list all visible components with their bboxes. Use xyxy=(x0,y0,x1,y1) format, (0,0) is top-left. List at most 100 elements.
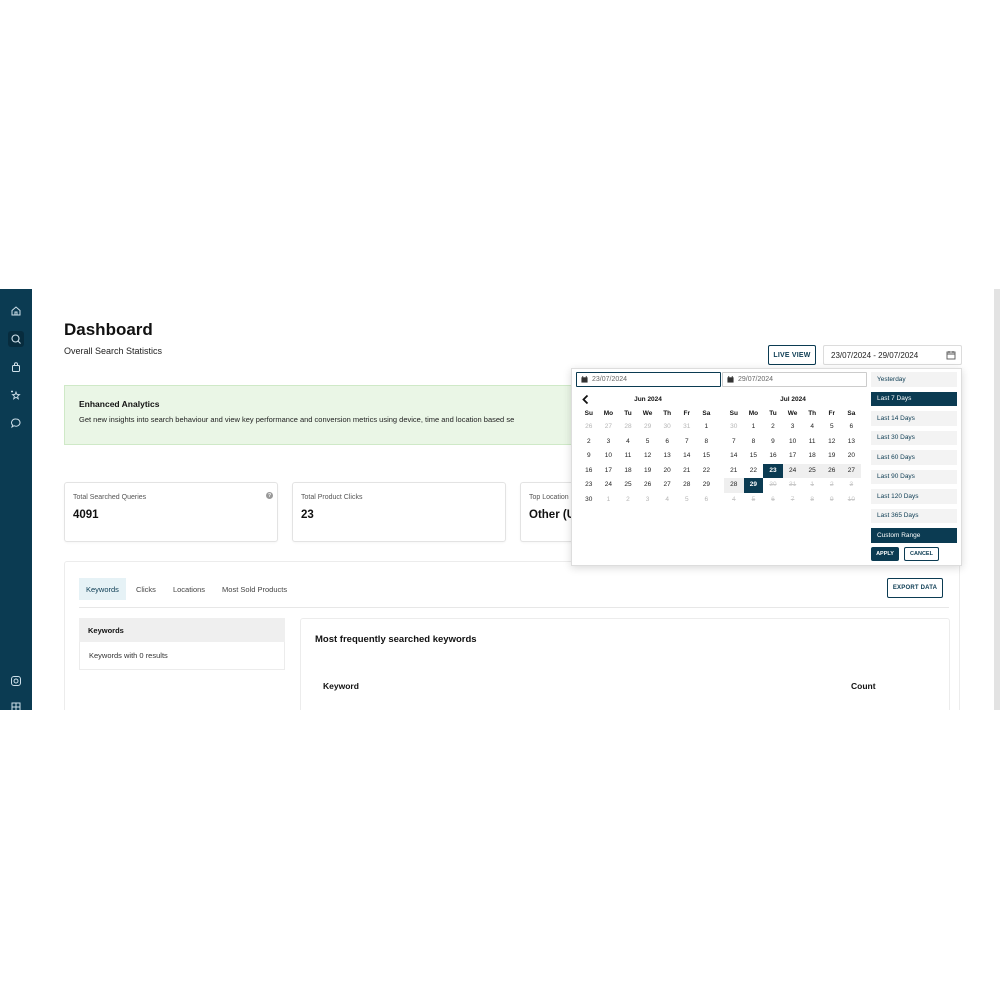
preset-range-item[interactable]: Last 365 Days xyxy=(871,508,957,523)
tab-locations[interactable]: Locations xyxy=(166,578,212,600)
calendar-day[interactable]: 24 xyxy=(599,478,619,493)
calendar-day[interactable]: 6 xyxy=(657,435,677,450)
calendar-day[interactable]: 26 xyxy=(638,478,658,493)
calendar-day[interactable]: 3 xyxy=(783,420,803,435)
calendar-day[interactable]: 17 xyxy=(599,464,619,479)
calendar-day[interactable]: 11 xyxy=(802,435,822,450)
calendar-day[interactable]: 26 xyxy=(579,420,599,435)
calendar-day[interactable]: 31 xyxy=(677,420,697,435)
preset-range-item[interactable]: Last 14 Days xyxy=(871,411,957,426)
calendar-day[interactable]: 3 xyxy=(599,435,619,450)
calendar-day[interactable]: 16 xyxy=(763,449,783,464)
calendar-day[interactable]: 11 xyxy=(618,449,638,464)
calendar-day[interactable]: 9 xyxy=(763,435,783,450)
calendar-day[interactable]: 5 xyxy=(822,420,842,435)
calendar-day[interactable]: 23 xyxy=(579,478,599,493)
calendar-day[interactable]: 18 xyxy=(618,464,638,479)
calendar-day[interactable]: 15 xyxy=(744,449,764,464)
calendar-day[interactable]: 27 xyxy=(599,420,619,435)
preset-range-item[interactable]: Yesterday xyxy=(871,372,957,387)
preset-range-item[interactable]: Last 90 Days xyxy=(871,469,957,484)
calendar-day[interactable]: 10 xyxy=(599,449,619,464)
preset-range-item[interactable]: Last 120 Days xyxy=(871,489,957,504)
calendar-day[interactable]: 25 xyxy=(802,463,822,478)
calendar-day[interactable]: 20 xyxy=(842,449,862,464)
tab-keywords[interactable]: Keywords xyxy=(79,578,126,600)
calendar-day[interactable]: 23 xyxy=(763,463,783,478)
calendar-day[interactable]: 22 xyxy=(744,464,764,479)
calendar-day[interactable]: 10 xyxy=(783,435,803,450)
calendar-day[interactable]: 9 xyxy=(579,449,599,464)
calendar-day[interactable]: 8 xyxy=(744,435,764,450)
grid-icon[interactable] xyxy=(8,699,24,710)
calendar-day[interactable]: 6 xyxy=(697,493,717,508)
calendar-day[interactable]: 30 xyxy=(724,420,744,435)
preset-range-item[interactable]: Custom Range xyxy=(871,528,957,543)
list-item-keywords[interactable]: Keywords xyxy=(79,618,285,642)
calendar-day[interactable]: 2 xyxy=(618,493,638,508)
bag-icon[interactable] xyxy=(8,359,24,375)
calendar-day[interactable]: 20 xyxy=(657,464,677,479)
live-view-button[interactable]: LIVE VIEW xyxy=(768,345,816,365)
calendar-day[interactable]: 18 xyxy=(802,449,822,464)
home-icon[interactable] xyxy=(8,303,24,319)
date-range-input[interactable]: 23/07/2024 - 29/07/2024 xyxy=(823,345,962,365)
calendar-day[interactable]: 12 xyxy=(822,435,842,450)
calendar-day[interactable]: 1 xyxy=(697,420,717,435)
calendar-day[interactable]: 17 xyxy=(783,449,803,464)
list-item-zero-results[interactable]: Keywords with 0 results xyxy=(79,642,285,670)
calendar-day[interactable]: 29 xyxy=(743,478,764,493)
end-date-input[interactable]: 29/07/2024 xyxy=(722,372,867,387)
calendar-day[interactable]: 5 xyxy=(677,493,697,508)
calendar-day[interactable]: 22 xyxy=(697,464,717,479)
calendar-day[interactable]: 24 xyxy=(782,463,803,478)
preset-range-item[interactable]: Last 60 Days xyxy=(871,450,957,465)
calendar-day[interactable]: 2 xyxy=(579,435,599,450)
calendar-day[interactable]: 30 xyxy=(579,493,599,508)
calendar-day[interactable]: 30 xyxy=(657,420,677,435)
calendar-day[interactable]: 21 xyxy=(724,464,744,479)
calendar-day[interactable]: 28 xyxy=(677,478,697,493)
preset-range-item[interactable]: Last 30 Days xyxy=(871,430,957,445)
calendar-day[interactable]: 13 xyxy=(842,435,862,450)
calendar-day[interactable]: 29 xyxy=(638,420,658,435)
help-icon[interactable]: ? xyxy=(266,492,273,499)
calendar-day[interactable]: 7 xyxy=(724,435,744,450)
calendar-day[interactable]: 28 xyxy=(618,420,638,435)
calendar-day[interactable]: 4 xyxy=(618,435,638,450)
calendar-day[interactable]: 19 xyxy=(638,464,658,479)
scrollbar[interactable] xyxy=(994,289,1000,710)
stars-icon[interactable] xyxy=(8,387,24,403)
calendar-day[interactable]: 3 xyxy=(638,493,658,508)
calendar-day[interactable]: 1 xyxy=(744,420,764,435)
calendar-day[interactable]: 28 xyxy=(724,478,744,493)
search-icon[interactable] xyxy=(8,331,24,347)
calendar-day[interactable]: 6 xyxy=(842,420,862,435)
calendar-day[interactable]: 8 xyxy=(697,435,717,450)
whatsapp-icon[interactable] xyxy=(8,673,24,689)
scrollbar-thumb[interactable] xyxy=(994,289,1000,710)
calendar-day[interactable]: 1 xyxy=(599,493,619,508)
calendar-day[interactable]: 27 xyxy=(657,478,677,493)
tab-most-sold-products[interactable]: Most Sold Products xyxy=(215,578,294,600)
apply-button[interactable]: APPLY xyxy=(871,547,899,561)
calendar-day[interactable]: 12 xyxy=(638,449,658,464)
calendar-day[interactable]: 19 xyxy=(822,449,842,464)
calendar-day[interactable]: 14 xyxy=(677,449,697,464)
calendar-day[interactable]: 14 xyxy=(724,449,744,464)
calendar-day[interactable]: 21 xyxy=(677,464,697,479)
calendar-day[interactable]: 2 xyxy=(763,420,783,435)
export-data-button[interactable]: EXPORT DATA xyxy=(887,578,943,598)
calendar-day[interactable]: 4 xyxy=(802,420,822,435)
calendar-day[interactable]: 25 xyxy=(618,478,638,493)
calendar-day[interactable]: 5 xyxy=(638,435,658,450)
calendar-day[interactable]: 27 xyxy=(841,463,862,478)
calendar-day[interactable]: 15 xyxy=(697,449,717,464)
calendar-day[interactable]: 13 xyxy=(657,449,677,464)
tab-clicks[interactable]: Clicks xyxy=(129,578,163,600)
calendar-day[interactable]: 26 xyxy=(821,463,842,478)
calendar-day[interactable]: 7 xyxy=(677,435,697,450)
calendar-day[interactable]: 29 xyxy=(697,478,717,493)
calendar-day[interactable]: 16 xyxy=(579,464,599,479)
chevron-left-icon[interactable] xyxy=(581,394,590,405)
